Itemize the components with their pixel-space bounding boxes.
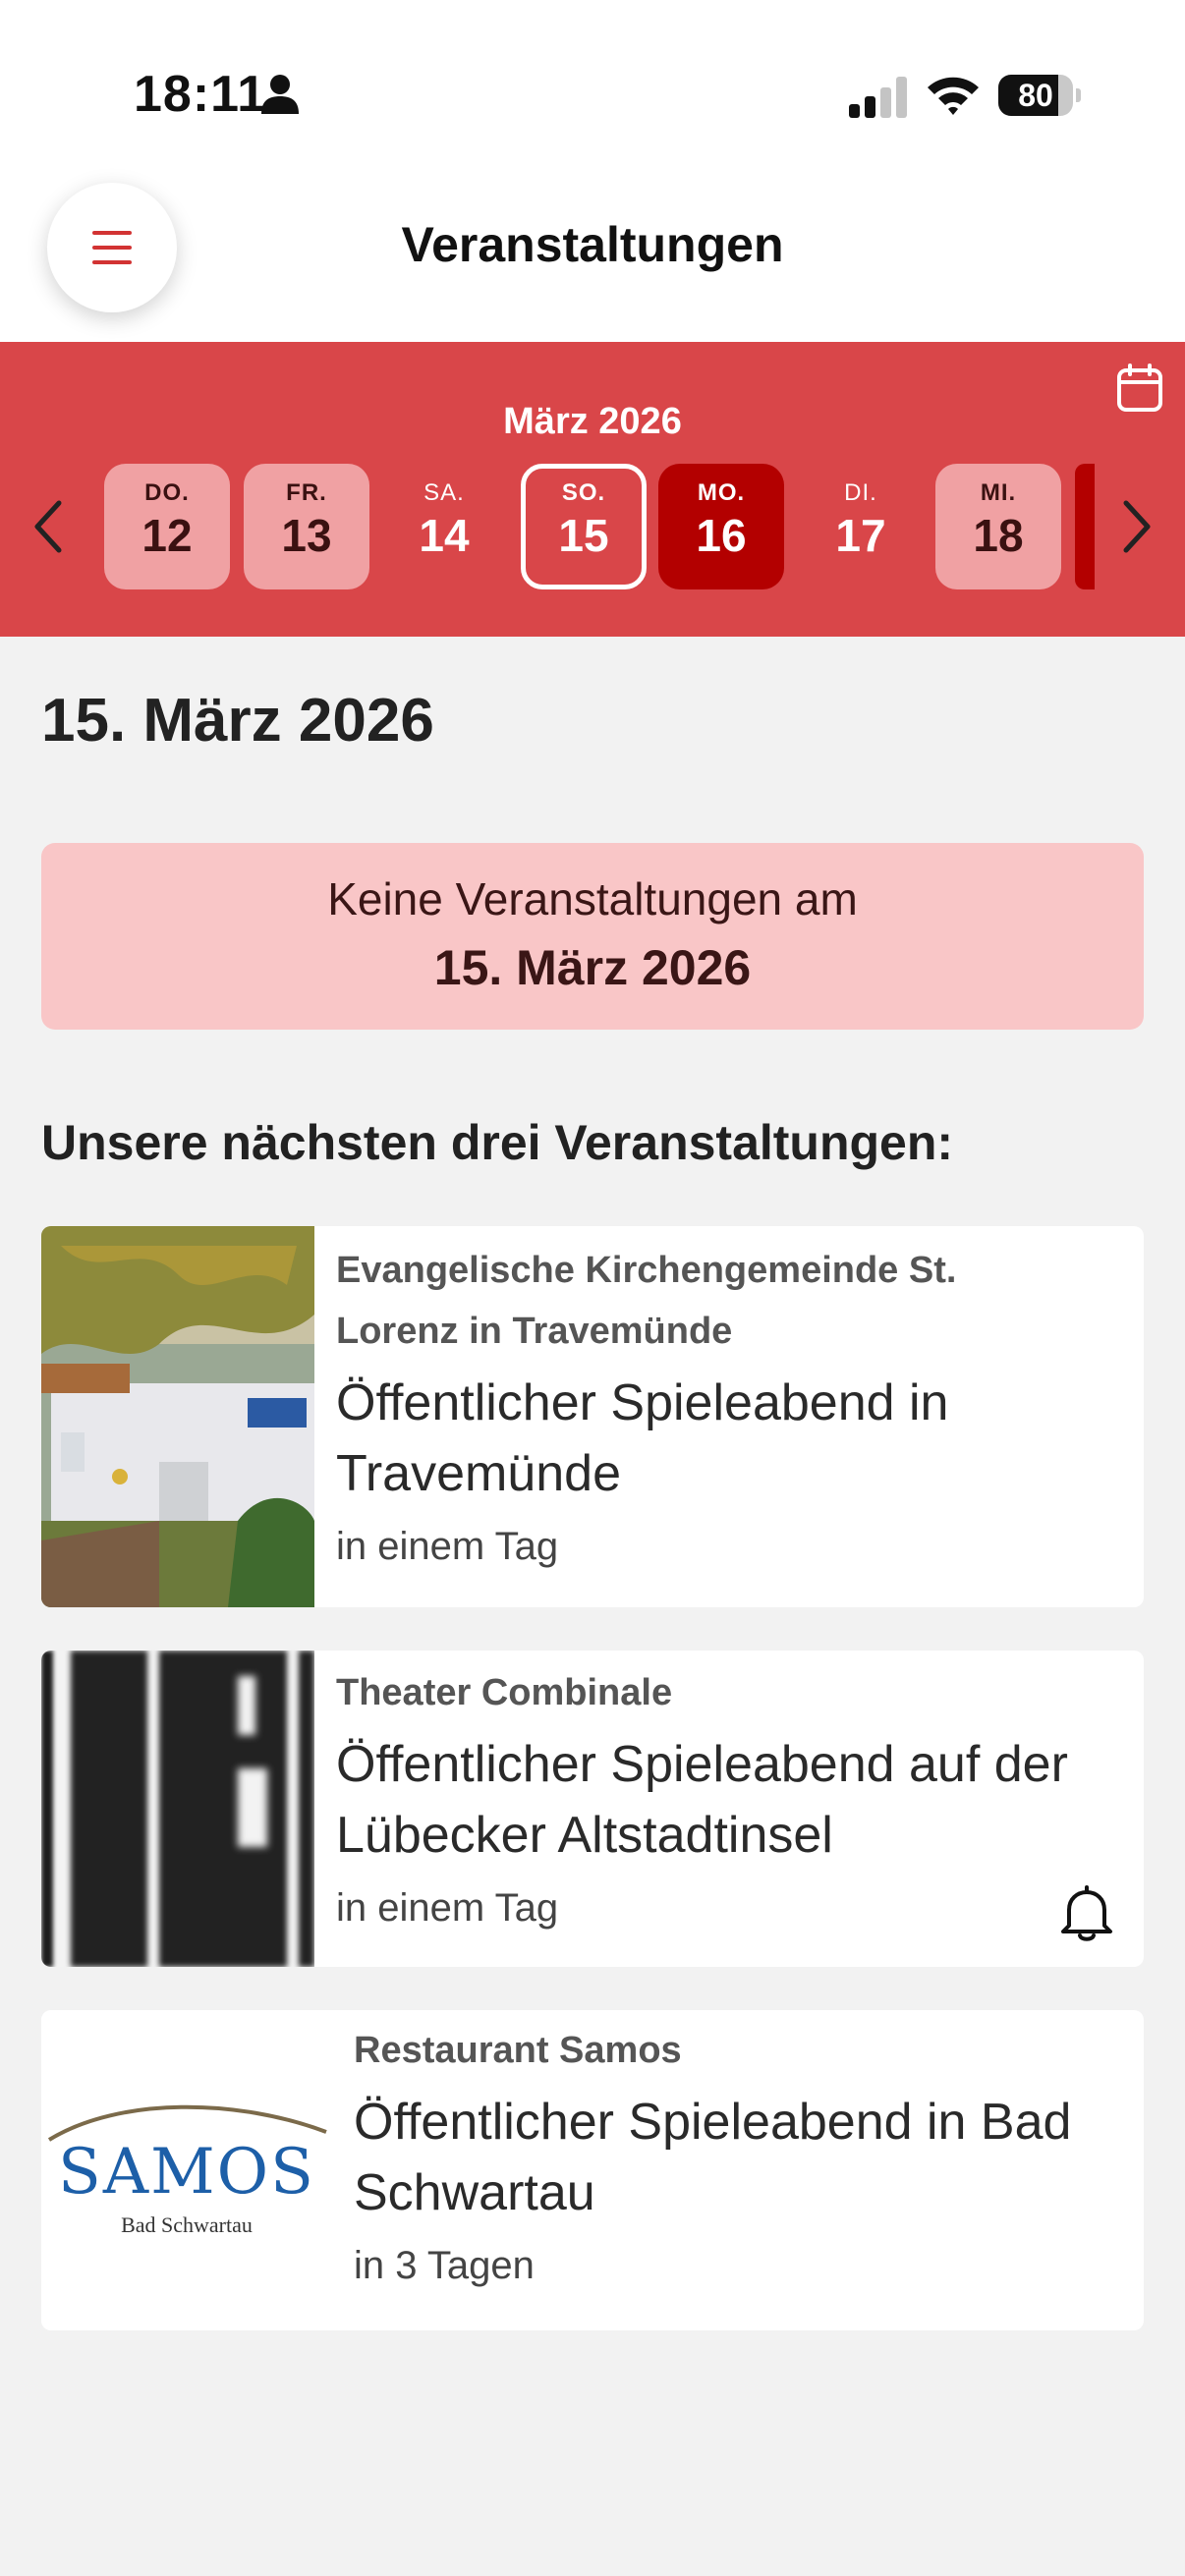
day-number: 12 xyxy=(141,510,193,561)
app-header: Veranstaltungen xyxy=(0,177,1185,342)
event-time: in einem Tag xyxy=(336,1886,559,1930)
event-title-line: Öffentlicher Spieleabend auf der xyxy=(336,1736,1068,1793)
day-17[interactable]: DI. 17 xyxy=(798,464,924,589)
wifi-icon xyxy=(928,77,979,115)
signal-icon xyxy=(849,77,907,118)
event-title-line: Schwartau xyxy=(354,2164,595,2221)
church-building-photo xyxy=(41,1226,314,1607)
event-card-text: Theater Combinale Öffentlicher Spieleabe… xyxy=(336,1662,1132,1935)
day-next-partial[interactable] xyxy=(1075,464,1095,589)
event-organizer-line: Evangelische Kirchengemeinde St. xyxy=(336,1250,957,1291)
day-weekday: DI. xyxy=(844,479,877,506)
day-weekday: SA. xyxy=(423,479,465,506)
selected-date-heading: 15. März 2026 xyxy=(41,687,434,755)
no-events-notice: Keine Veranstaltungen am 15. März 2026 xyxy=(41,843,1144,1030)
event-organizer: Evangelische Kirchengemeinde St. Lorenz … xyxy=(336,1240,1132,1362)
day-14[interactable]: SA. 14 xyxy=(381,464,507,589)
battery-icon: 80 xyxy=(998,75,1081,116)
notice-text: Keine Veranstaltungen am xyxy=(327,873,858,924)
event-organizer-line: Lorenz in Travemünde xyxy=(336,1311,733,1352)
samos-logo-text: SAMOS xyxy=(58,2136,315,2209)
battery-level: 80 xyxy=(1018,78,1053,113)
day-18[interactable]: MI. 18 xyxy=(935,464,1061,589)
event-organizer: Restaurant Samos xyxy=(354,2030,682,2071)
day-weekday: FR. xyxy=(286,479,327,506)
day-number: 18 xyxy=(973,510,1024,561)
person-icon xyxy=(261,75,299,114)
chevron-right-icon[interactable] xyxy=(1116,499,1156,554)
day-12[interactable]: DO. 12 xyxy=(104,464,230,589)
day-13[interactable]: FR. 13 xyxy=(244,464,369,589)
day-16[interactable]: MO. 16 xyxy=(658,464,784,589)
day-15[interactable]: SO. 15 xyxy=(521,464,647,589)
day-number: 13 xyxy=(281,510,332,561)
date-picker-bar: März 2026 DO. 12 FR. 13 SA. 14 SO. 15 MO… xyxy=(0,342,1185,637)
event-title-line: Travemünde xyxy=(336,1445,621,1502)
day-number: 17 xyxy=(835,510,886,561)
event-time: in einem Tag xyxy=(336,1525,559,1568)
day-number: 16 xyxy=(696,510,747,561)
bell-icon[interactable] xyxy=(1059,1884,1114,1943)
month-label: März 2026 xyxy=(503,401,682,442)
day-weekday: DO. xyxy=(144,479,190,506)
event-time: in 3 Tagen xyxy=(354,2244,535,2287)
event-card-text: Restaurant Samos Öffentlicher Spieleaben… xyxy=(354,2020,1132,2293)
status-bar: 18:11 80 xyxy=(0,0,1185,177)
samos-logo-subtext: Bad Schwartau xyxy=(121,2212,253,2237)
page-title: Veranstaltungen xyxy=(401,217,784,272)
event-title-line: Lübecker Altstadtinsel xyxy=(336,1807,833,1864)
day-weekday: MO. xyxy=(697,479,746,506)
event-title-line: Öffentlicher Spieleabend in xyxy=(336,1374,949,1431)
theater-combinale-logo: BI xyxy=(41,1651,314,1967)
day-weekday: MI. xyxy=(980,479,1017,506)
event-title-line: Öffentlicher Spieleabend in Bad xyxy=(354,2094,1072,2151)
status-time: 18:11 xyxy=(134,66,267,123)
event-organizer: Theater Combinale xyxy=(336,1672,673,1713)
event-card-text: Evangelische Kirchengemeinde St. Lorenz … xyxy=(336,1240,1132,1574)
event-card[interactable]: BI Theater Combinale Öffentlicher Spiele… xyxy=(41,1651,1144,1967)
chevron-left-icon[interactable] xyxy=(29,499,69,554)
day-weekday: SO. xyxy=(561,479,606,506)
event-card[interactable]: Evangelische Kirchengemeinde St. Lorenz … xyxy=(41,1226,1144,1607)
samos-logo: SAMOS Bad Schwartau xyxy=(41,2010,332,2330)
day-number: 15 xyxy=(558,510,609,561)
event-card[interactable]: SAMOS Bad Schwartau Restaurant Samos Öff… xyxy=(41,2010,1144,2330)
event-title: Öffentlicher Spieleabend in Travemünde xyxy=(336,1368,1132,1509)
day-number: 14 xyxy=(419,510,470,561)
notice-date: 15. März 2026 xyxy=(433,940,752,995)
event-title: Öffentlicher Spieleabend auf der Lübecke… xyxy=(336,1729,1132,1871)
event-title: Öffentlicher Spieleabend in Bad Schwarta… xyxy=(354,2087,1132,2228)
section-title: Unsere nächsten drei Veranstaltungen: xyxy=(41,1115,954,1170)
